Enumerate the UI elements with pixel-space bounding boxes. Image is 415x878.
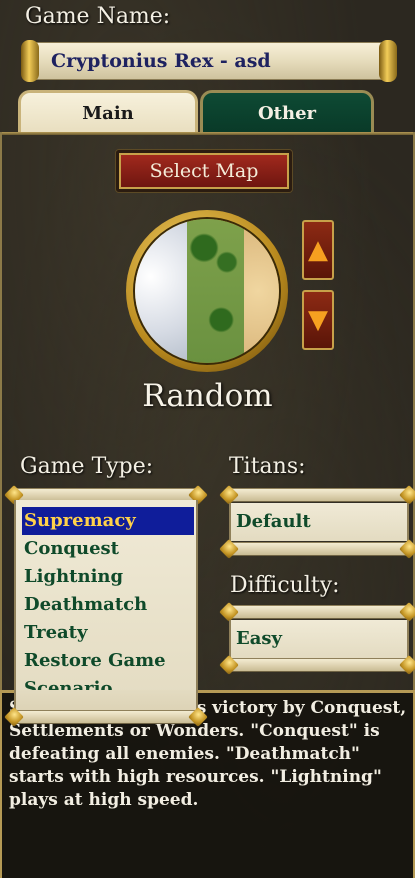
arrow-down-icon[interactable]: ▼ [302,290,334,350]
scroll-rod-left [21,40,39,82]
difficulty-dropdown[interactable]: Easy [229,620,409,658]
titans-dropdown[interactable]: Default [229,503,409,541]
game-type-list-tail [14,690,198,710]
game-name-field[interactable]: Cryptonius Rex - asd [21,40,397,82]
titans-scroll-top [229,488,409,502]
list-item-supremacy[interactable]: Supremacy [22,507,194,535]
list-item-lightning[interactable]: Lightning [22,563,194,591]
game-type-list[interactable]: Supremacy Conquest Lightning Deathmatch … [14,500,198,714]
difficulty-scroll-top [229,605,409,619]
tab-other[interactable]: Other [200,90,374,132]
map-thumbnail [133,217,281,365]
titans-label: Titans: [229,454,306,479]
scroll-rod-right [379,40,397,82]
tab-main[interactable]: Main [18,90,198,132]
tab-divider [0,132,415,135]
difficulty-label: Difficulty: [230,573,340,598]
game-name-label: Game Name: [25,4,171,29]
titans-scroll-bottom [229,542,409,556]
map-preview [126,210,288,372]
arrow-up-icon[interactable]: ▲ [302,220,334,280]
list-item-restore-game[interactable]: Restore Game [22,647,194,675]
list-item-treaty[interactable]: Treaty [22,619,194,647]
game-name-value: Cryptonius Rex - asd [51,50,271,72]
list-item-conquest[interactable]: Conquest [22,535,194,563]
list-item-deathmatch[interactable]: Deathmatch [22,591,194,619]
map-name: Random [142,378,273,414]
difficulty-scroll-bottom [229,658,409,672]
game-type-scroll-bottom [14,710,198,724]
select-map-button[interactable]: Select Map [116,150,292,192]
game-type-label: Game Type: [20,454,154,479]
